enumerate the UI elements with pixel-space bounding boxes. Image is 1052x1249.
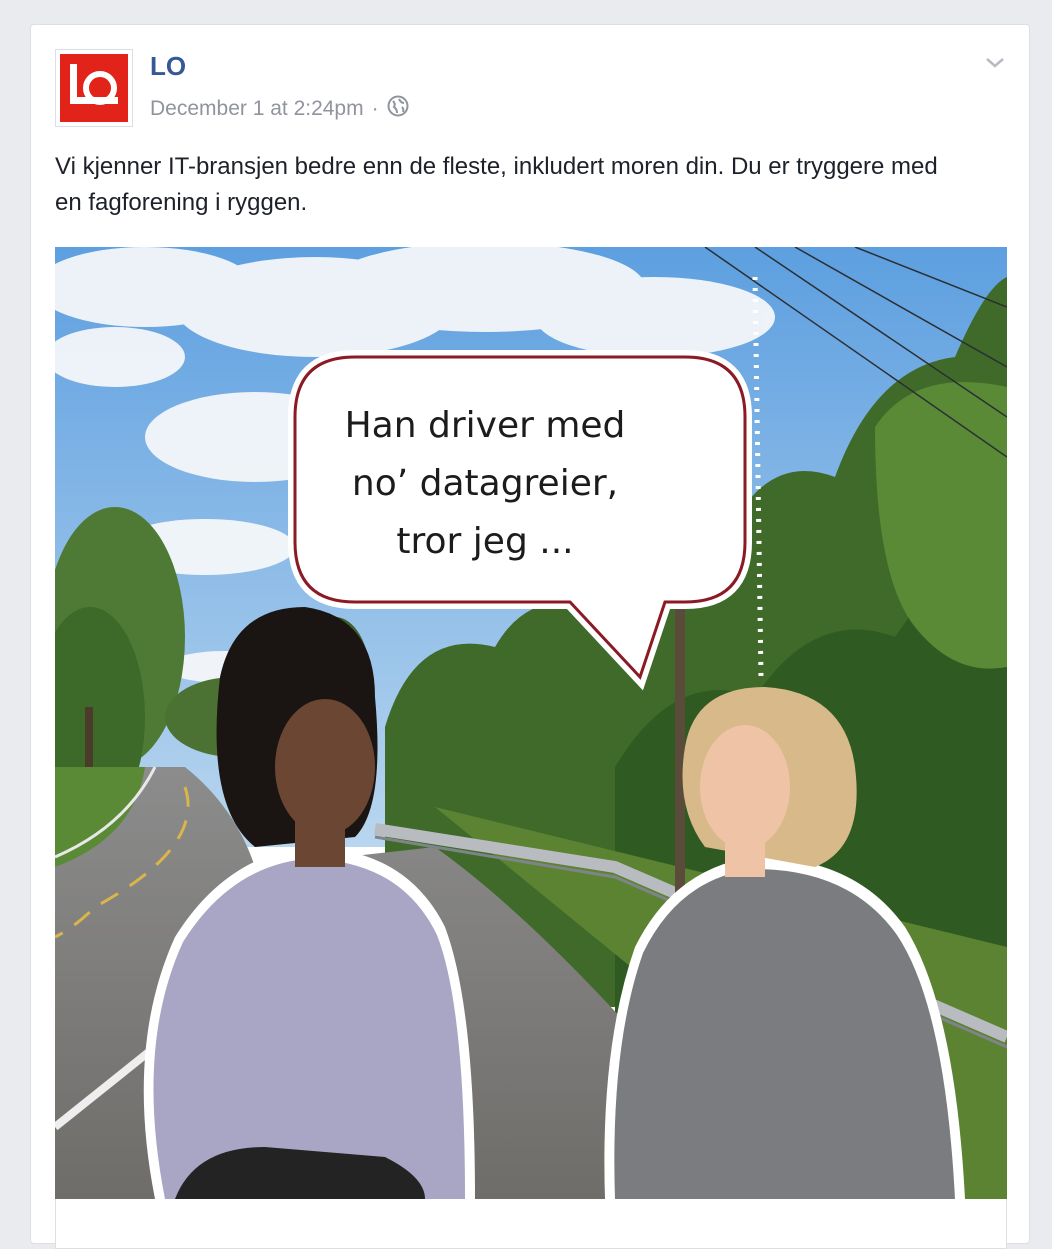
bubble-line-1: Han driver med [345, 405, 626, 446]
chevron-down-icon[interactable] [981, 51, 1009, 73]
link-preview-box[interactable] [55, 1199, 1007, 1249]
post-photo[interactable]: Han driver med no’ datagreier, tror jeg … [55, 247, 1007, 1199]
post-text: Vi kjenner IT-bransjen bedre enn de fles… [55, 153, 938, 216]
post-card: LO December 1 at 2:24pm · Vi kjenner IT-… [30, 24, 1030, 1249]
bubble-line-2: no’ datagreier, [352, 463, 618, 504]
post-meta: December 1 at 2:24pm · [150, 95, 409, 123]
avatar[interactable] [55, 49, 133, 127]
lo-logo-icon [70, 64, 118, 105]
globe-icon[interactable] [387, 95, 409, 123]
lo-logo [60, 54, 128, 122]
author-name[interactable]: LO [150, 51, 186, 82]
meta-separator: · [371, 97, 379, 120]
photo-illustration: Han driver med no’ datagreier, tror jeg … [55, 247, 1007, 1199]
bubble-line-3: tror jeg ... [396, 521, 573, 562]
post-timestamp[interactable]: December 1 at 2:24pm [150, 97, 364, 121]
